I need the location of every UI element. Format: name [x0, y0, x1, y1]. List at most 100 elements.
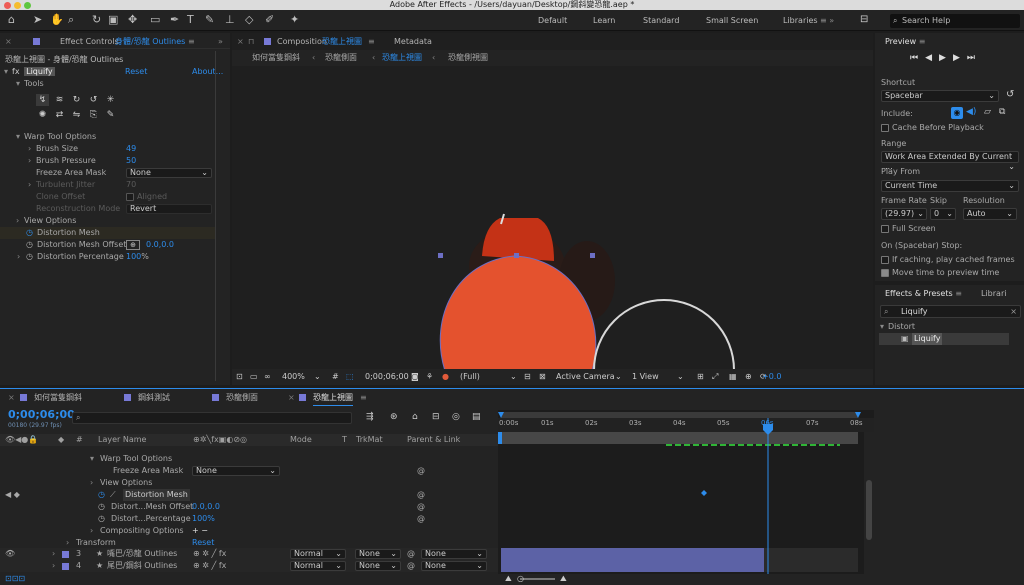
fx-icon[interactable]: fx: [12, 67, 20, 76]
previous-frame-icon[interactable]: ◀: [925, 53, 939, 63]
libraries-tab[interactable]: Librari: [981, 287, 1006, 301]
close-window-button[interactable]: [4, 2, 11, 9]
freeze-area-mask-dropdown[interactable]: None ⌄: [192, 466, 280, 476]
breadcrumb-item-active[interactable]: 恐龍上視圖: [382, 50, 422, 67]
clear-search-icon[interactable]: ×: [1010, 306, 1017, 317]
frame-rate-dropdown[interactable]: (29.97) ⌄: [881, 208, 927, 220]
breadcrumb-item-2[interactable]: 恐龍側面: [325, 50, 357, 66]
range-start-handle[interactable]: [498, 432, 502, 444]
stopwatch-icon[interactable]: ◷: [98, 513, 105, 525]
exposure-value[interactable]: +0.0: [762, 369, 781, 385]
percentage-value[interactable]: 100%: [192, 513, 215, 525]
play-from-dropdown[interactable]: Current Time ⌄: [881, 180, 1019, 192]
layer-row[interactable]: › 4 ★ 尾巴/鋼斜 Outlines ⊕ ✲ ╱ fx Normal ⌄ No…: [0, 560, 498, 572]
stopwatch-icon[interactable]: ◷: [98, 489, 105, 501]
home-icon[interactable]: ⌂: [8, 13, 15, 27]
chevron-down-icon[interactable]: ⌄: [677, 369, 684, 385]
panel-menu-icon[interactable]: ≡: [188, 35, 195, 49]
distort-category[interactable]: ▾ Distort: [880, 321, 915, 333]
view-layout-dropdown[interactable]: 1 View: [632, 369, 659, 385]
effects-search-input[interactable]: ⌕ Liquify ×: [880, 305, 1021, 318]
selection-tool-icon[interactable]: ➤: [33, 13, 42, 27]
chevron-down-icon[interactable]: ⌄: [615, 369, 622, 385]
about-link[interactable]: About...: [192, 66, 223, 78]
metadata-tab[interactable]: Metadata: [394, 35, 432, 49]
shortcut-dropdown[interactable]: Spacebar ⌄: [881, 90, 999, 102]
zoom-in-icon[interactable]: ⛰: [560, 573, 567, 585]
close-tab-icon[interactable]: ×: [5, 35, 12, 49]
zoom-slider[interactable]: [520, 578, 555, 580]
current-timecode[interactable]: 0;00;06;00: [8, 408, 75, 421]
close-tab-icon[interactable]: ×: [288, 391, 295, 405]
composition-viewer[interactable]: [232, 66, 873, 370]
scrollbar-track[interactable]: [215, 51, 216, 381]
shy-layers-icon[interactable]: ⌂: [412, 412, 418, 422]
freeze-area-mask-dropdown[interactable]: None ⌄: [126, 168, 212, 178]
liquify-effect-item[interactable]: ▣ Liquify: [879, 333, 1009, 345]
keyframe-navigator-icon[interactable]: ◀ ◆: [5, 489, 20, 501]
panel-menu-icon[interactable]: ≡: [368, 35, 375, 49]
distortion-mesh-row[interactable]: ◷ Distortion Mesh: [0, 227, 215, 239]
stopwatch-icon[interactable]: ◷: [26, 227, 33, 239]
pen-tool-icon[interactable]: ✒: [170, 13, 179, 27]
goggles-icon[interactable]: ∞: [264, 369, 271, 385]
bloat-tool-icon[interactable]: ✺: [36, 109, 49, 121]
trkmat-dropdown[interactable]: None ⌄: [355, 549, 401, 559]
first-frame-icon[interactable]: ⏮: [910, 53, 925, 63]
reconstruction-tool-icon[interactable]: ✎: [104, 109, 117, 121]
zoom-slider-handle[interactable]: ○: [517, 573, 524, 585]
puppet-pin-tool-icon[interactable]: ✦: [290, 13, 299, 27]
distortion-mesh-offset-value[interactable]: 0.0,0.0: [146, 239, 174, 251]
mask-vertex-handle[interactable]: [514, 253, 519, 258]
play-icon[interactable]: ▶: [939, 53, 953, 63]
reflection-tool-icon[interactable]: ⇋: [70, 109, 83, 121]
next-frame-icon[interactable]: ▶: [953, 53, 967, 63]
layer-name[interactable]: 尾巴/鋼斜 Outlines: [107, 560, 177, 572]
workspace-menu-icon[interactable]: ≡ »: [820, 16, 834, 25]
eye-icon[interactable]: 👁: [5, 548, 15, 560]
stopwatch-icon[interactable]: ◷: [26, 239, 33, 251]
label-color-swatch[interactable]: [62, 563, 69, 570]
mask-vertex-handle[interactable]: [590, 253, 595, 258]
breadcrumb-item-1[interactable]: 如何當隻鋼斜: [252, 50, 300, 66]
range-dropdown[interactable]: Work Area Extended By Current ... ⌄: [881, 151, 1019, 171]
tools-group[interactable]: ▾ Tools: [16, 78, 44, 90]
rectangle-tool-icon[interactable]: ▭: [150, 13, 160, 27]
timeline-tab-2[interactable]: 鋼斜測試: [138, 391, 170, 405]
parent-dropdown[interactable]: None ⌄: [421, 561, 487, 571]
panel-menu-icon[interactable]: ≡: [955, 289, 962, 298]
expression-pickwhip-icon[interactable]: @: [417, 489, 425, 501]
workspace-default[interactable]: Default: [538, 16, 567, 25]
camera-snapshot-icon[interactable]: ◙: [411, 369, 419, 385]
viewer-timecode[interactable]: 0;00;06;00: [365, 369, 409, 385]
add-remove-mask-buttons[interactable]: + −: [192, 525, 208, 537]
pan-behind-tool-icon[interactable]: ✥: [128, 13, 137, 27]
active-camera-dropdown[interactable]: Active Camera: [556, 369, 615, 385]
warp-tool-options-row[interactable]: ▾ Warp Tool Options: [0, 453, 498, 465]
layer-switches[interactable]: ⊕ ✲ ╱ fx: [193, 560, 226, 572]
layer-duration-bar[interactable]: [501, 548, 764, 560]
include-video-icon[interactable]: ◉: [951, 107, 963, 119]
warp-tool-icon[interactable]: ↯: [36, 94, 49, 106]
rotate-tool-icon[interactable]: ↻: [92, 13, 101, 27]
reset-icon[interactable]: ↺: [1006, 89, 1014, 100]
close-tab-icon[interactable]: ×: [8, 391, 15, 405]
workspace-learn[interactable]: Learn: [593, 16, 615, 25]
show-channel-icon[interactable]: ⚘: [426, 369, 433, 385]
timeline-search-input[interactable]: ⌕: [72, 412, 352, 424]
reset-link[interactable]: Reset: [125, 66, 147, 78]
move-time-checkbox[interactable]: Move time to preview time: [881, 267, 999, 279]
distortion-percentage-value[interactable]: 100: [126, 252, 141, 261]
color-channel-icon[interactable]: ●: [442, 369, 449, 385]
expression-pickwhip-icon[interactable]: @: [417, 501, 425, 513]
trkmat-dropdown[interactable]: None ⌄: [355, 561, 401, 571]
zoom-level[interactable]: 400%: [282, 369, 305, 385]
resolution-dropdown[interactable]: (Full): [460, 369, 480, 385]
blend-mode-dropdown[interactable]: Normal ⌄: [290, 561, 346, 571]
workspace-libraries[interactable]: Libraries: [783, 16, 818, 25]
parent-pickwhip-icon[interactable]: @: [407, 548, 415, 560]
grid-icon[interactable]: #: [332, 369, 339, 385]
hand-tool-icon[interactable]: ✋: [50, 13, 64, 27]
fast-preview-icon[interactable]: ⤢: [712, 369, 718, 385]
parent-dropdown[interactable]: None ⌄: [421, 549, 487, 559]
